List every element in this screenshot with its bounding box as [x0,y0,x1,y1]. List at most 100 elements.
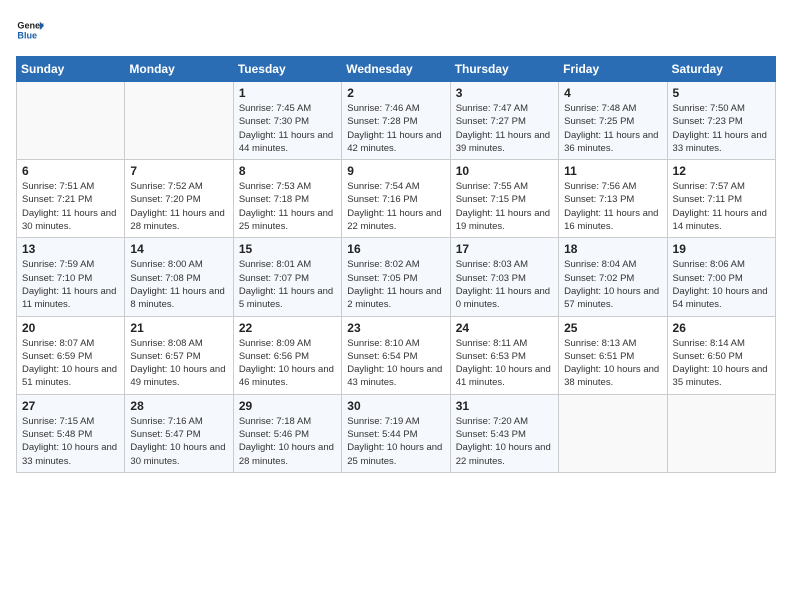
calendar-cell: 25 Sunrise: 8:13 AM Sunset: 6:51 PM Dayli… [559,316,667,394]
day-number: 17 [456,242,553,256]
days-header-row: SundayMondayTuesdayWednesdayThursdayFrid… [17,57,776,82]
day-info: Sunrise: 7:56 AM Sunset: 7:13 PM Dayligh… [564,180,661,233]
day-header-saturday: Saturday [667,57,775,82]
day-number: 14 [130,242,227,256]
calendar-cell: 18 Sunrise: 8:04 AM Sunset: 7:02 PM Dayli… [559,238,667,316]
day-info: Sunrise: 8:06 AM Sunset: 7:00 PM Dayligh… [673,258,770,311]
day-header-friday: Friday [559,57,667,82]
day-info: Sunrise: 7:46 AM Sunset: 7:28 PM Dayligh… [347,102,444,155]
week-row-3: 13Sunrise: 7:59 AM Sunset: 7:10 PM Dayli… [17,238,776,316]
calendar-table: SundayMondayTuesdayWednesdayThursdayFrid… [16,56,776,473]
calendar-cell: 9 Sunrise: 7:54 AM Sunset: 7:16 PM Daylig… [342,160,450,238]
day-number: 3 [456,86,553,100]
day-number: 6 [22,164,119,178]
calendar-cell: 7 Sunrise: 7:52 AM Sunset: 7:20 PM Daylig… [125,160,233,238]
day-info: Sunrise: 8:13 AM Sunset: 6:51 PM Dayligh… [564,337,661,390]
calendar-cell: 13Sunrise: 7:59 AM Sunset: 7:10 PM Dayli… [17,238,125,316]
calendar-cell: 14 Sunrise: 8:00 AM Sunset: 7:08 PM Dayli… [125,238,233,316]
page-header: General Blue [16,16,776,44]
day-number: 13 [22,242,119,256]
day-number: 8 [239,164,336,178]
calendar-cell: 27 Sunrise: 7:15 AM Sunset: 5:48 PM Dayli… [17,394,125,472]
calendar-cell: 19 Sunrise: 8:06 AM Sunset: 7:00 PM Dayli… [667,238,775,316]
day-info: Sunrise: 8:11 AM Sunset: 6:53 PM Dayligh… [456,337,553,390]
day-number: 31 [456,399,553,413]
day-info: Sunrise: 8:08 AM Sunset: 6:57 PM Dayligh… [130,337,227,390]
day-info: Sunrise: 7:20 AM Sunset: 5:43 PM Dayligh… [456,415,553,468]
day-info: Sunrise: 8:02 AM Sunset: 7:05 PM Dayligh… [347,258,444,311]
day-info: Sunrise: 7:47 AM Sunset: 7:27 PM Dayligh… [456,102,553,155]
day-number: 20 [22,321,119,335]
calendar-cell: 28 Sunrise: 7:16 AM Sunset: 5:47 PM Dayli… [125,394,233,472]
week-row-4: 20 Sunrise: 8:07 AM Sunset: 6:59 PM Dayli… [17,316,776,394]
week-row-2: 6 Sunrise: 7:51 AM Sunset: 7:21 PM Daylig… [17,160,776,238]
day-header-thursday: Thursday [450,57,558,82]
day-info: Sunrise: 7:48 AM Sunset: 7:25 PM Dayligh… [564,102,661,155]
day-info: Sunrise: 7:52 AM Sunset: 7:20 PM Dayligh… [130,180,227,233]
calendar-cell: 1Sunrise: 7:45 AM Sunset: 7:30 PM Daylig… [233,82,341,160]
calendar-cell: 26 Sunrise: 8:14 AM Sunset: 6:50 PM Dayli… [667,316,775,394]
calendar-cell [559,394,667,472]
day-info: Sunrise: 8:14 AM Sunset: 6:50 PM Dayligh… [673,337,770,390]
day-info: Sunrise: 8:00 AM Sunset: 7:08 PM Dayligh… [130,258,227,311]
day-info: Sunrise: 7:50 AM Sunset: 7:23 PM Dayligh… [673,102,770,155]
calendar-cell: 30 Sunrise: 7:19 AM Sunset: 5:44 PM Dayli… [342,394,450,472]
day-number: 18 [564,242,661,256]
day-info: Sunrise: 8:04 AM Sunset: 7:02 PM Dayligh… [564,258,661,311]
day-number: 7 [130,164,227,178]
day-number: 5 [673,86,770,100]
day-number: 24 [456,321,553,335]
day-number: 16 [347,242,444,256]
day-number: 28 [130,399,227,413]
logo: General Blue [16,16,50,44]
day-number: 4 [564,86,661,100]
day-info: Sunrise: 7:16 AM Sunset: 5:47 PM Dayligh… [130,415,227,468]
day-info: Sunrise: 7:57 AM Sunset: 7:11 PM Dayligh… [673,180,770,233]
calendar-cell: 29 Sunrise: 7:18 AM Sunset: 5:46 PM Dayli… [233,394,341,472]
day-info: Sunrise: 8:07 AM Sunset: 6:59 PM Dayligh… [22,337,119,390]
day-number: 10 [456,164,553,178]
calendar-cell [667,394,775,472]
day-number: 25 [564,321,661,335]
day-number: 30 [347,399,444,413]
logo-icon: General Blue [16,16,44,44]
calendar-cell [17,82,125,160]
day-number: 19 [673,242,770,256]
day-header-tuesday: Tuesday [233,57,341,82]
day-info: Sunrise: 7:54 AM Sunset: 7:16 PM Dayligh… [347,180,444,233]
day-number: 26 [673,321,770,335]
calendar-cell: 23Sunrise: 8:10 AM Sunset: 6:54 PM Dayli… [342,316,450,394]
day-number: 12 [673,164,770,178]
day-number: 22 [239,321,336,335]
calendar-cell: 10 Sunrise: 7:55 AM Sunset: 7:15 PM Dayli… [450,160,558,238]
calendar-cell: 6 Sunrise: 7:51 AM Sunset: 7:21 PM Daylig… [17,160,125,238]
day-header-monday: Monday [125,57,233,82]
calendar-cell: 22 Sunrise: 8:09 AM Sunset: 6:56 PM Dayli… [233,316,341,394]
calendar-cell: 8Sunrise: 7:53 AM Sunset: 7:18 PM Daylig… [233,160,341,238]
calendar-cell: 15 Sunrise: 8:01 AM Sunset: 7:07 PM Dayli… [233,238,341,316]
day-number: 27 [22,399,119,413]
calendar-cell: 4 Sunrise: 7:48 AM Sunset: 7:25 PM Daylig… [559,82,667,160]
calendar-cell [125,82,233,160]
day-number: 15 [239,242,336,256]
day-info: Sunrise: 7:51 AM Sunset: 7:21 PM Dayligh… [22,180,119,233]
day-info: Sunrise: 8:01 AM Sunset: 7:07 PM Dayligh… [239,258,336,311]
day-info: Sunrise: 7:15 AM Sunset: 5:48 PM Dayligh… [22,415,119,468]
day-info: Sunrise: 7:55 AM Sunset: 7:15 PM Dayligh… [456,180,553,233]
calendar-cell: 20 Sunrise: 8:07 AM Sunset: 6:59 PM Dayli… [17,316,125,394]
day-info: Sunrise: 8:09 AM Sunset: 6:56 PM Dayligh… [239,337,336,390]
day-number: 1 [239,86,336,100]
day-header-sunday: Sunday [17,57,125,82]
calendar-cell: 24 Sunrise: 8:11 AM Sunset: 6:53 PM Dayli… [450,316,558,394]
day-info: Sunrise: 7:18 AM Sunset: 5:46 PM Dayligh… [239,415,336,468]
calendar-cell: 12 Sunrise: 7:57 AM Sunset: 7:11 PM Dayli… [667,160,775,238]
day-number: 9 [347,164,444,178]
day-number: 11 [564,164,661,178]
day-number: 21 [130,321,227,335]
day-info: Sunrise: 7:19 AM Sunset: 5:44 PM Dayligh… [347,415,444,468]
calendar-cell: 21 Sunrise: 8:08 AM Sunset: 6:57 PM Dayli… [125,316,233,394]
calendar-cell: 31 Sunrise: 7:20 AM Sunset: 5:43 PM Dayli… [450,394,558,472]
calendar-cell: 2Sunrise: 7:46 AM Sunset: 7:28 PM Daylig… [342,82,450,160]
day-number: 29 [239,399,336,413]
calendar-cell: 16 Sunrise: 8:02 AM Sunset: 7:05 PM Dayli… [342,238,450,316]
